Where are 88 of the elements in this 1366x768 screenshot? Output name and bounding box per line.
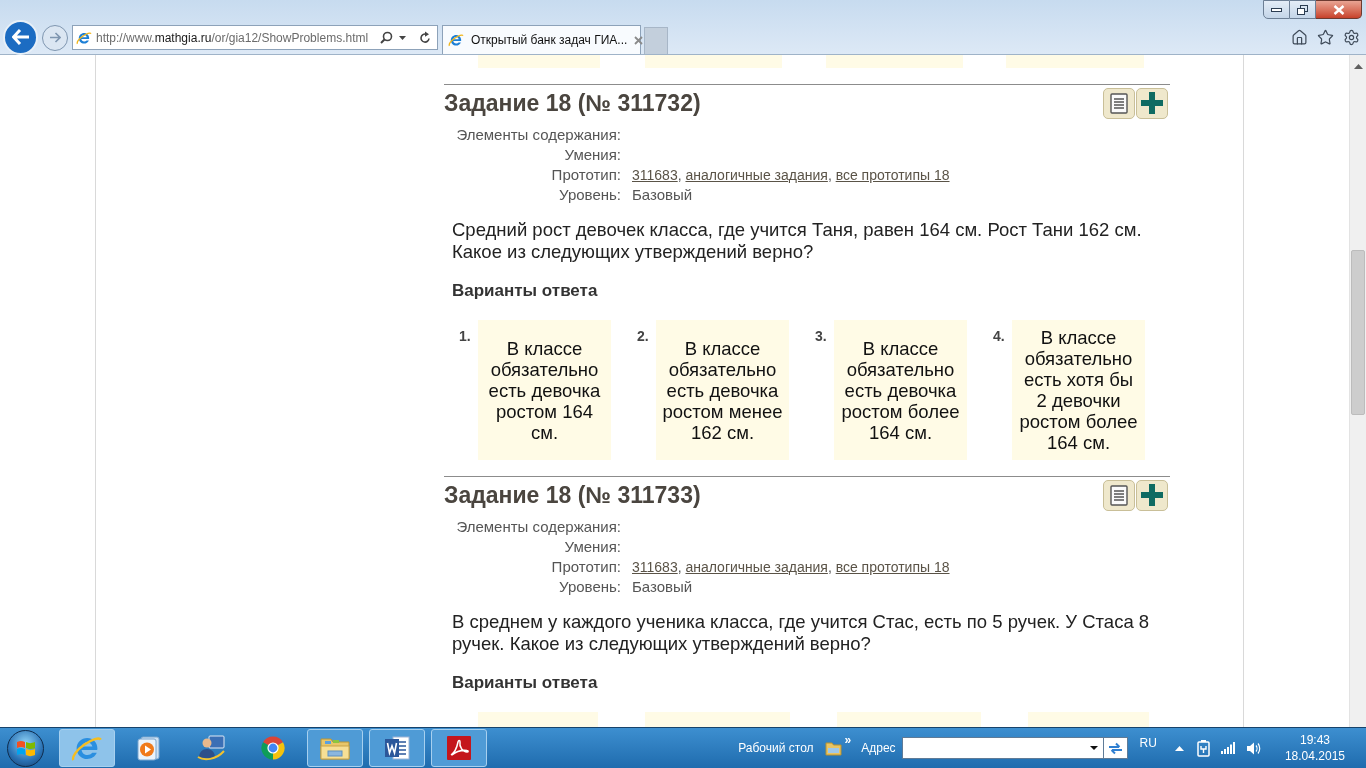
prototype-link[interactable]: 311683 [632, 167, 678, 183]
meta-label: Уровень: [559, 185, 621, 205]
notes-button[interactable] [1103, 87, 1135, 119]
letter-e-icon [448, 32, 464, 48]
document-icon [1110, 92, 1128, 114]
prototype-link[interactable]: 311683 [632, 559, 678, 575]
language-indicator[interactable]: RU [1139, 734, 1157, 752]
option-number: 4. [993, 327, 1006, 345]
scrollbar-thumb[interactable] [1351, 250, 1365, 415]
scroll-up-icon[interactable] [1353, 64, 1363, 69]
close-icon [1332, 4, 1345, 15]
option-number: 2. [637, 327, 650, 345]
answer-card[interactable]: В классе обязательно есть девочка ростом 164 см. [478, 320, 611, 460]
option-number: 3. [815, 327, 828, 345]
dropdown-caret-icon[interactable] [399, 35, 406, 40]
meta-label: Прототип: [551, 557, 621, 577]
search-icon[interactable] [380, 31, 393, 44]
restore-button[interactable] [1290, 0, 1316, 19]
minimize-icon [1271, 7, 1282, 12]
add-button[interactable] [1136, 479, 1168, 511]
taskbar-app-button[interactable] [369, 729, 425, 767]
toolbar-chevron[interactable]: » [844, 734, 852, 746]
prototype-link[interactable]: все прототипы 18 [835, 167, 950, 183]
go-button[interactable] [1103, 737, 1128, 759]
prototype-link[interactable]: аналогичные задания [685, 167, 828, 183]
swirl-tile-icon [445, 734, 473, 762]
refresh-icon[interactable] [419, 31, 431, 44]
dropdown-caret-icon[interactable] [1089, 746, 1098, 750]
taskbar-app-button[interactable] [431, 729, 487, 767]
settings-icon[interactable] [1343, 29, 1360, 46]
answer-card[interactable]: В классе обязательно есть хотя бы 2 девочки ростом более 164 см. [1012, 320, 1145, 460]
add-button[interactable] [1136, 87, 1168, 119]
clock-date[interactable]: 18.04.2015 [1284, 748, 1345, 764]
question-text: В среднем у каждого ученика класса, где учится Стас, есть по 5 ручек. У Стаса 8 ручек. Какое из следующих утверждений верно? [451, 611, 1151, 655]
meta-label: Прототип: [551, 165, 621, 185]
swap-arrows-icon [1107, 741, 1123, 755]
meta-value: Базовый [632, 577, 693, 597]
document-tile-icon [382, 733, 412, 763]
url-text[interactable]: http://www.mathgia.ru/or/gia12/ShowProblems.html [96, 28, 369, 47]
notes-button[interactable] [1103, 479, 1135, 511]
close-icon[interactable] [634, 35, 644, 45]
clock-time[interactable]: 19:43 [1299, 732, 1330, 748]
home-icon[interactable] [1291, 29, 1308, 46]
prototype-link[interactable]: аналогичные задания [685, 559, 828, 575]
prototype-link[interactable]: все прототипы 18 [835, 559, 950, 575]
options-heading: Варианты ответа [452, 672, 598, 694]
signal-bars-icon[interactable] [1220, 742, 1235, 754]
back-button[interactable] [3, 19, 38, 55]
star-icon[interactable] [1317, 29, 1334, 46]
minimize-button[interactable] [1263, 0, 1290, 19]
restore-icon [1297, 4, 1308, 15]
flag-icon [15, 739, 36, 757]
person-monitor-icon [196, 733, 226, 763]
speaker-icon[interactable] [1245, 740, 1261, 756]
forward-arrow-icon [49, 32, 61, 43]
meta-label: Элементы содержания: [456, 517, 621, 537]
prototype-links: 311683, аналогичные задания, все прототипы 18 [632, 166, 950, 185]
plus-icon [1141, 92, 1163, 114]
address-bar[interactable]: http://www.mathgia.ru/or/gia12/ShowProblems.html [72, 25, 438, 50]
play-icon [135, 734, 163, 762]
address-toolbar-field[interactable] [901, 737, 1104, 759]
forward-button[interactable] [42, 24, 68, 51]
meta-value: Базовый [632, 185, 693, 205]
back-arrow-icon [11, 29, 30, 45]
answer-card[interactable]: В классе обязательно есть девочка ростом более 164 см. [834, 320, 967, 460]
meta-label: Умения: [564, 537, 621, 557]
folder-icon[interactable] [824, 740, 842, 756]
answer-card[interactable]: В классе обязательно есть девочка ростом менее 162 см. [656, 320, 789, 460]
task-title: Задание 18 (№ 311733) [444, 480, 701, 510]
meta-label: Элементы содержания: [456, 125, 621, 145]
option-number: 1. [459, 327, 472, 345]
start-button[interactable] [7, 729, 44, 767]
close-button[interactable] [1316, 0, 1362, 19]
options-heading: Варианты ответа [452, 280, 598, 302]
task-title: Задание 18 (№ 311732) [444, 88, 701, 118]
meta-label: Умения: [564, 145, 621, 165]
browser-tab[interactable]: Открытый банк задач ГИА... [442, 25, 641, 54]
address-toolbar-label: Адрес [861, 740, 896, 757]
meta-label: Уровень: [559, 577, 621, 597]
letter-e-icon [76, 29, 92, 46]
plus-icon [1141, 484, 1163, 506]
toolbar-label[interactable]: Рабочий стол [738, 739, 814, 757]
prototype-links: 311683, аналогичные задания, все прототипы 18 [632, 558, 950, 577]
caret-up-icon[interactable] [1174, 745, 1184, 751]
question-text: Средний рост девочек класса, где учится Таня, равен 164 см. Рост Тани 162 см. Какое из следующих утверждений верно? [451, 219, 1143, 263]
document-icon [1110, 484, 1128, 506]
scrollbar[interactable] [1349, 55, 1366, 727]
battery-plug-icon[interactable] [1196, 739, 1210, 757]
